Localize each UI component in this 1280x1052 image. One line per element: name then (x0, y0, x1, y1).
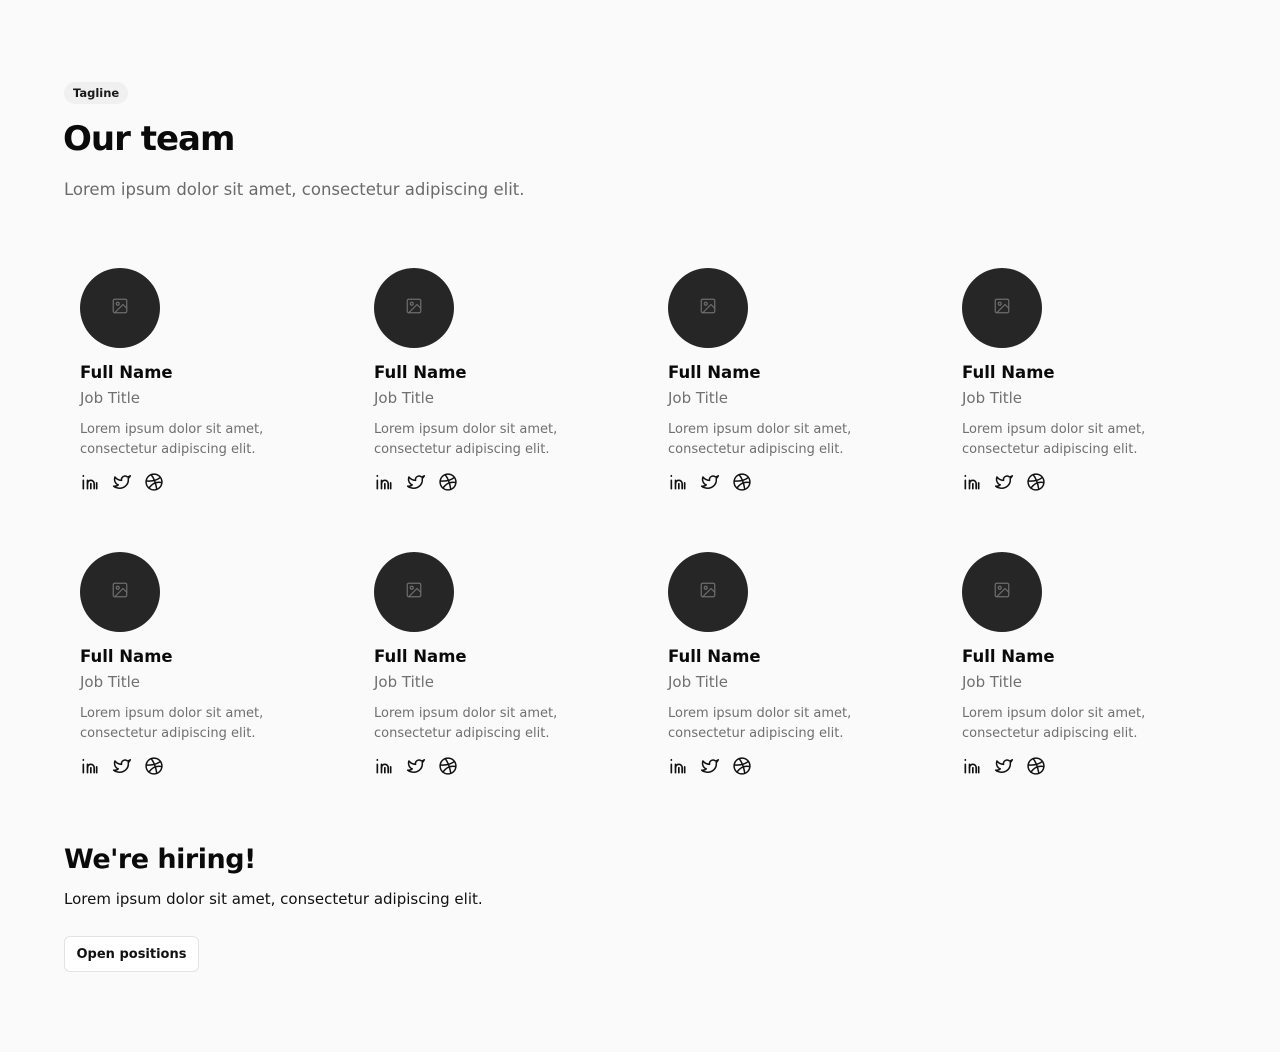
team-member-card: Full Name Job Title Lorem ipsum dolor si… (962, 552, 1256, 836)
image-placeholder-icon (993, 581, 1011, 603)
dribbble-icon[interactable] (438, 756, 458, 776)
member-bio: Lorem ipsum dolor sit amet, consectetur … (962, 706, 1146, 741)
member-bio: Lorem ipsum dolor sit amet, consectetur … (80, 706, 264, 741)
member-name: Full Name (962, 363, 1055, 382)
team-member-card: Full Name Job Title Lorem ipsum dolor si… (374, 552, 668, 836)
member-bio: Lorem ipsum dolor sit amet, consectetur … (80, 422, 264, 457)
dribbble-icon[interactable] (732, 756, 752, 776)
twitter-icon[interactable] (700, 472, 720, 492)
social-links (962, 756, 1256, 776)
avatar (374, 268, 454, 348)
avatar (668, 268, 748, 348)
image-placeholder-icon (405, 581, 423, 603)
dribbble-icon[interactable] (144, 472, 164, 492)
social-links (668, 472, 962, 492)
social-links (80, 756, 374, 776)
social-links (80, 472, 374, 492)
member-name: Full Name (374, 363, 467, 382)
twitter-icon[interactable] (994, 756, 1014, 776)
member-name: Full Name (80, 363, 173, 382)
team-member-card: Full Name Job Title Lorem ipsum dolor si… (962, 268, 1256, 552)
image-placeholder-icon (405, 297, 423, 319)
team-member-card: Full Name Job Title Lorem ipsum dolor si… (80, 268, 374, 552)
dribbble-icon[interactable] (144, 756, 164, 776)
member-job-title: Job Title (80, 673, 141, 691)
member-name: Full Name (80, 647, 173, 666)
team-section: Tagline Our team Lorem ipsum dolor sit a… (0, 0, 1280, 1052)
member-name: Full Name (668, 647, 761, 666)
image-placeholder-icon (699, 581, 717, 603)
tagline-badge: Tagline (64, 82, 129, 104)
social-links (374, 472, 668, 492)
linkedin-icon[interactable] (374, 472, 394, 492)
member-job-title: Job Title (962, 673, 1023, 691)
dribbble-icon[interactable] (1026, 472, 1046, 492)
avatar (962, 268, 1042, 348)
member-job-title: Job Title (80, 389, 141, 407)
open-positions-button[interactable]: Open positions (64, 936, 199, 972)
social-links (374, 756, 668, 776)
avatar (374, 552, 454, 632)
member-bio: Lorem ipsum dolor sit amet, consectetur … (668, 422, 852, 457)
member-bio: Lorem ipsum dolor sit amet, consectetur … (962, 422, 1146, 457)
image-placeholder-icon (993, 297, 1011, 319)
team-grid: Full Name Job Title Lorem ipsum dolor si… (80, 268, 1180, 836)
twitter-icon[interactable] (112, 472, 132, 492)
member-name: Full Name (668, 363, 761, 382)
linkedin-icon[interactable] (80, 472, 100, 492)
member-bio: Lorem ipsum dolor sit amet, consectetur … (374, 706, 558, 741)
image-placeholder-icon (111, 581, 129, 603)
linkedin-icon[interactable] (668, 756, 688, 776)
dribbble-icon[interactable] (438, 472, 458, 492)
team-member-card: Full Name Job Title Lorem ipsum dolor si… (668, 268, 962, 552)
social-links (962, 472, 1256, 492)
twitter-icon[interactable] (700, 756, 720, 776)
dribbble-icon[interactable] (732, 472, 752, 492)
page-title: Our team (63, 119, 235, 159)
member-job-title: Job Title (374, 673, 435, 691)
linkedin-icon[interactable] (668, 472, 688, 492)
member-job-title: Job Title (962, 389, 1023, 407)
linkedin-icon[interactable] (80, 756, 100, 776)
twitter-icon[interactable] (406, 472, 426, 492)
avatar (962, 552, 1042, 632)
team-member-card: Full Name Job Title Lorem ipsum dolor si… (80, 552, 374, 836)
team-member-card: Full Name Job Title Lorem ipsum dolor si… (668, 552, 962, 836)
dribbble-icon[interactable] (1026, 756, 1046, 776)
team-member-card: Full Name Job Title Lorem ipsum dolor si… (374, 268, 668, 552)
twitter-icon[interactable] (406, 756, 426, 776)
page-subtitle: Lorem ipsum dolor sit amet, consectetur … (64, 180, 525, 199)
avatar (80, 268, 160, 348)
linkedin-icon[interactable] (962, 756, 982, 776)
social-links (668, 756, 962, 776)
member-bio: Lorem ipsum dolor sit amet, consectetur … (668, 706, 852, 741)
hiring-title: We're hiring! (64, 844, 256, 875)
member-job-title: Job Title (374, 389, 435, 407)
image-placeholder-icon (111, 297, 129, 319)
member-name: Full Name (374, 647, 467, 666)
avatar (668, 552, 748, 632)
twitter-icon[interactable] (112, 756, 132, 776)
image-placeholder-icon (699, 297, 717, 319)
linkedin-icon[interactable] (374, 756, 394, 776)
member-job-title: Job Title (668, 389, 729, 407)
member-job-title: Job Title (668, 673, 729, 691)
linkedin-icon[interactable] (962, 472, 982, 492)
twitter-icon[interactable] (994, 472, 1014, 492)
hiring-text: Lorem ipsum dolor sit amet, consectetur … (64, 890, 483, 908)
avatar (80, 552, 160, 632)
member-bio: Lorem ipsum dolor sit amet, consectetur … (374, 422, 558, 457)
member-name: Full Name (962, 647, 1055, 666)
